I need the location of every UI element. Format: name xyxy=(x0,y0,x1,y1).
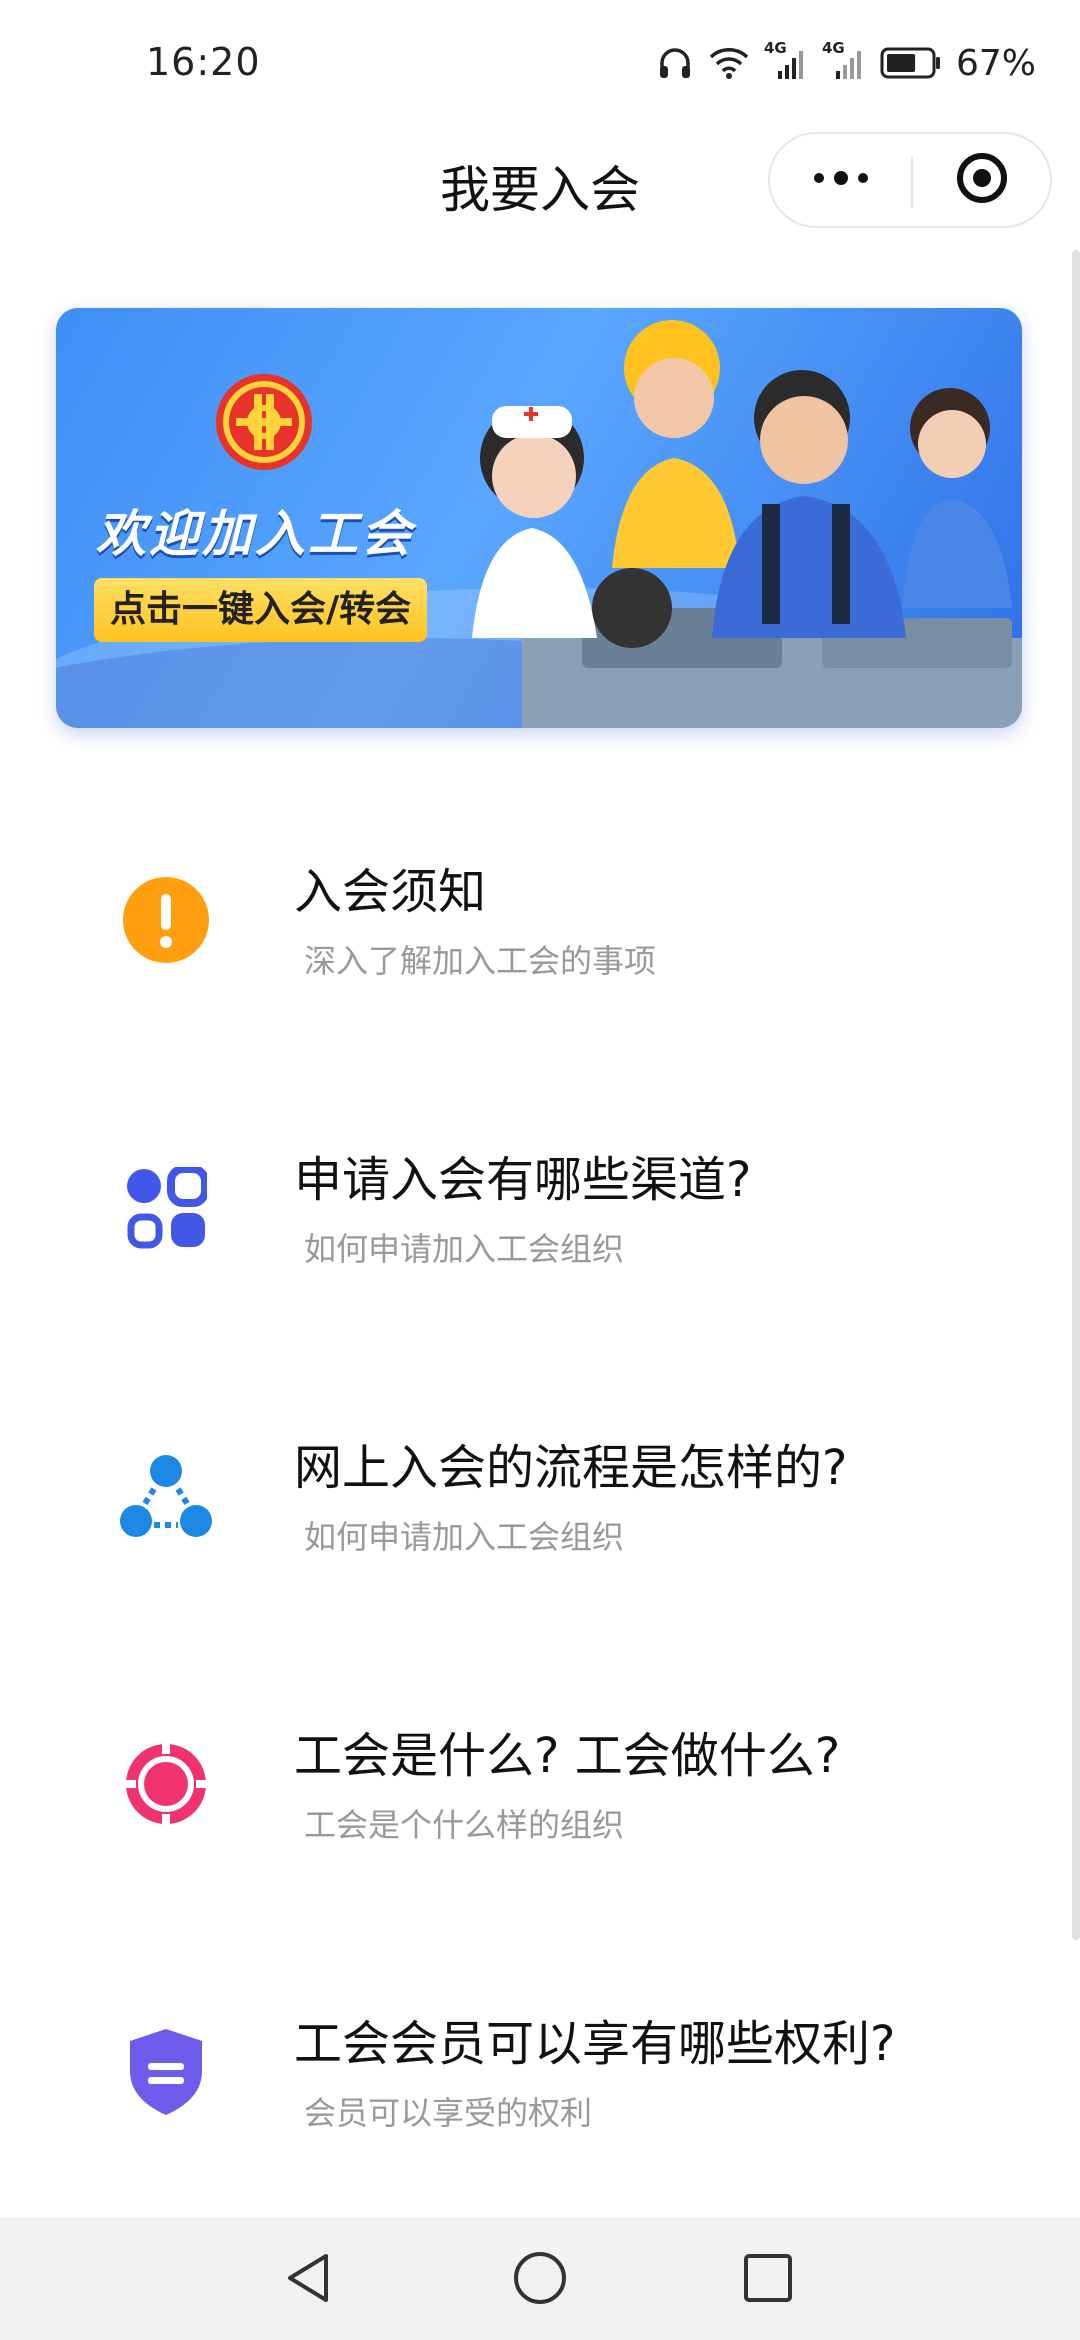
list-item-subtitle: 深入了解加入工会的事项 xyxy=(304,942,657,980)
wifi-icon xyxy=(708,45,750,81)
back-triangle-icon xyxy=(282,2250,334,2310)
list-item-subtitle: 如何申请加入工会组织 xyxy=(304,1518,625,1556)
system-nav-bar xyxy=(0,2218,1080,2340)
recents-button[interactable] xyxy=(736,2248,800,2312)
signal-label: 4G xyxy=(763,39,787,57)
battery-icon xyxy=(880,46,942,80)
list-item-title: 网上入会的流程是怎样的? xyxy=(294,1440,848,1496)
home-circle-icon xyxy=(512,2250,568,2310)
list-item-online-process[interactable]: 网上入会的流程是怎样的? 如何申请加入工会组织 xyxy=(0,1406,1080,1626)
exclamation-circle-icon xyxy=(116,870,216,970)
mini-program-capsule xyxy=(768,132,1052,228)
headphones-icon xyxy=(656,44,694,82)
workers-illustration xyxy=(462,308,1022,728)
more-dots-icon xyxy=(811,168,871,192)
union-emblem-icon xyxy=(214,372,314,472)
back-button[interactable] xyxy=(276,2248,340,2312)
list-item-title: 申请入会有哪些渠道? xyxy=(294,1152,752,1208)
scrollbar[interactable] xyxy=(1072,250,1080,1940)
home-button[interactable] xyxy=(508,2248,572,2312)
join-transfer-button[interactable]: 点击一键入会/转会 xyxy=(94,578,428,642)
status-bar: 16:20 4G 4G 67% xyxy=(0,0,1080,130)
signal-icon: 4G xyxy=(764,39,808,81)
close-button[interactable] xyxy=(913,134,1050,226)
list-item-membership-notice[interactable]: 入会须知 深入了解加入工会的事项 xyxy=(0,830,1080,1050)
list-item-title: 工会会员可以享有哪些权利? xyxy=(294,2016,896,2072)
title-bar: 我要入会 xyxy=(0,130,1080,250)
shield-icon xyxy=(116,2022,216,2122)
target-ring-icon xyxy=(116,1734,216,1834)
join-union-banner[interactable]: 欢迎加入工会 点击一键入会/转会 xyxy=(56,308,1022,728)
list-item-title: 工会是什么? 工会做什么? xyxy=(294,1728,841,1784)
signal-icon: 4G xyxy=(822,39,866,81)
recents-square-icon xyxy=(742,2252,794,2308)
list-item-what-is-union[interactable]: 工会是什么? 工会做什么? 工会是个什么样的组织 xyxy=(0,1694,1080,1914)
status-icons: 4G 4G 67% xyxy=(656,38,1036,88)
list-item-subtitle: 会员可以享受的权利 xyxy=(304,2094,593,2132)
banner-welcome-text: 欢迎加入工会 xyxy=(96,505,414,563)
list-item-application-channels[interactable]: 申请入会有哪些渠道? 如何申请加入工会组织 xyxy=(0,1118,1080,1338)
list-item-subtitle: 如何申请加入工会组织 xyxy=(304,1230,625,1268)
process-nodes-icon xyxy=(116,1446,216,1546)
signal-label: 4G xyxy=(821,39,845,57)
status-time: 16:20 xyxy=(146,40,261,84)
target-close-icon xyxy=(954,150,1010,210)
list-item-member-rights[interactable]: 工会会员可以享有哪些权利? 会员可以享受的权利 xyxy=(0,1982,1080,2202)
apps-grid-icon xyxy=(116,1158,216,1258)
list-item-title: 入会须知 xyxy=(294,864,487,920)
battery-percent: 67% xyxy=(955,42,1036,84)
list-item-subtitle: 工会是个什么样的组织 xyxy=(304,1806,625,1844)
more-button[interactable] xyxy=(770,134,911,226)
